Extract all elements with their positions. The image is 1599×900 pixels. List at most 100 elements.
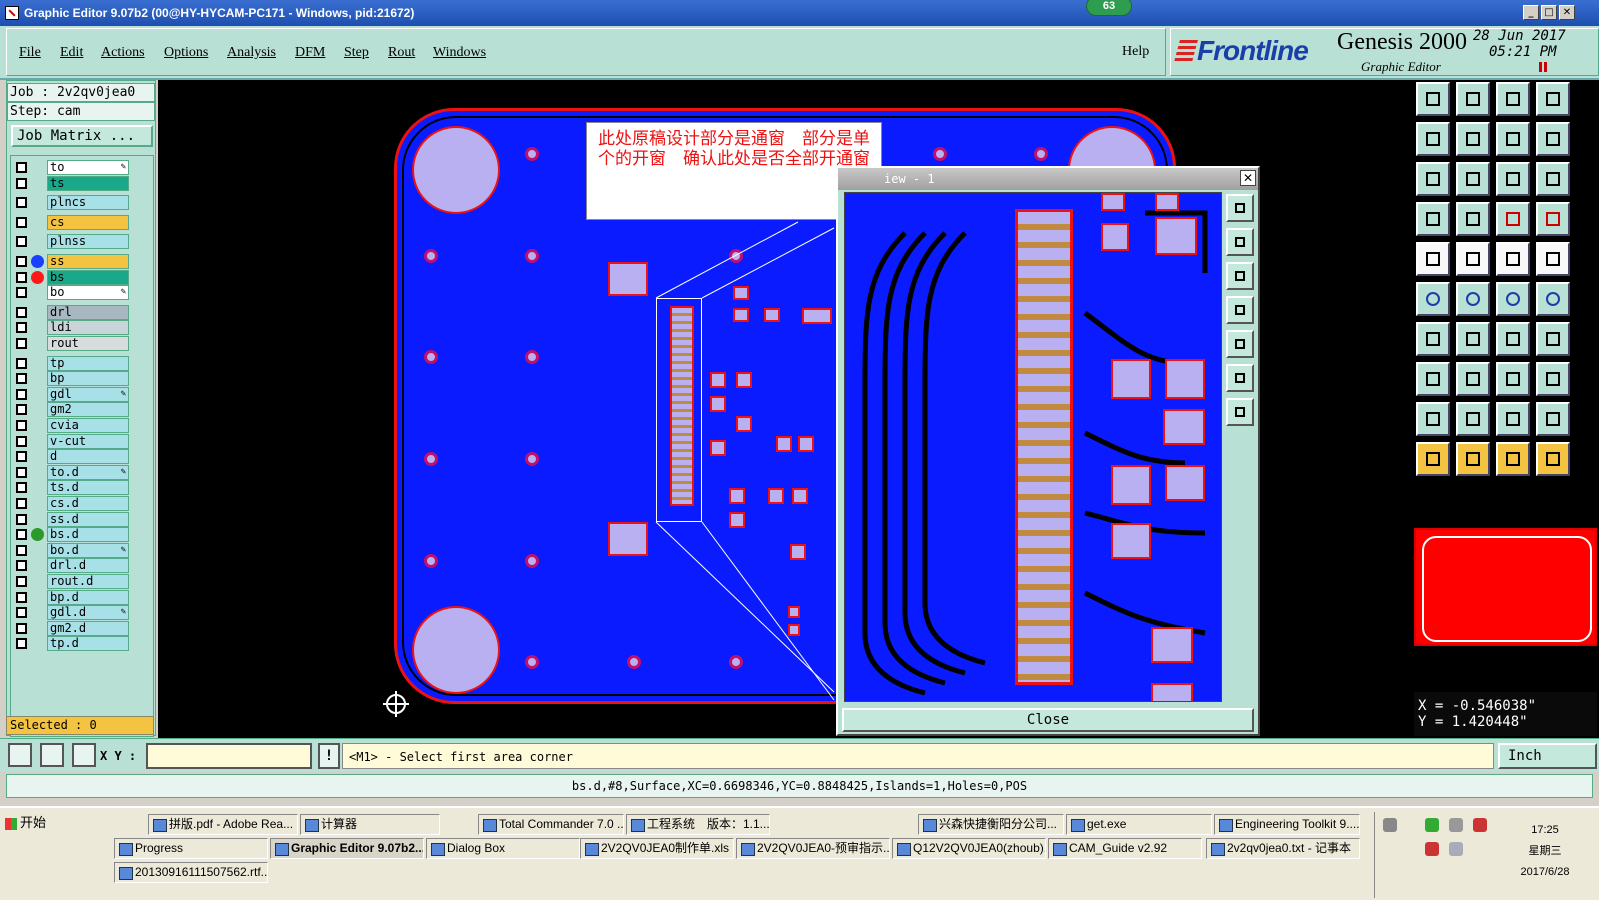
feature-select-icon[interactable] (1416, 242, 1450, 276)
start-button[interactable]: 开始 (2, 814, 62, 836)
layer-red-icon[interactable] (1496, 202, 1530, 236)
layer-checkbox[interactable] (16, 544, 27, 556)
swap-icon[interactable] (1496, 122, 1530, 156)
layer-checkbox[interactable] (16, 591, 27, 603)
zoom-close-icon[interactable]: ✕ (1240, 170, 1256, 186)
layer-checkbox[interactable] (16, 306, 27, 318)
minus-icon[interactable] (1456, 362, 1490, 396)
layer-row[interactable]: bp.d (11, 589, 151, 605)
layer-row[interactable]: bo ✎ (11, 285, 151, 301)
layer-name[interactable]: gm2.d (47, 620, 129, 636)
layer-row[interactable]: cvia (11, 418, 151, 433)
select-arrow-icon[interactable] (1416, 442, 1450, 476)
layer-name[interactable]: cs (47, 214, 129, 230)
layer-row[interactable]: cs (11, 214, 151, 230)
zoom-tool-right[interactable] (1226, 330, 1254, 358)
units-selector[interactable]: Inch (1498, 743, 1597, 769)
layer-row[interactable]: tp (11, 355, 151, 371)
layer-name[interactable]: to.d ✎ (47, 464, 129, 480)
layer-row[interactable]: ts.d (11, 480, 151, 496)
notification-badge[interactable]: 63 (1086, 0, 1132, 16)
rotate-icon[interactable] (1496, 322, 1530, 356)
layer-row[interactable]: v-cut (11, 433, 151, 449)
pan-left-icon[interactable] (1416, 122, 1450, 156)
layer-row[interactable]: tp.d (11, 636, 151, 652)
layer-row[interactable]: bp (11, 371, 151, 387)
text-icon[interactable] (1416, 402, 1450, 436)
zoom-tool-left[interactable] (1226, 296, 1254, 324)
menu-analysis[interactable]: Analysis (227, 45, 276, 61)
layer-name[interactable]: ss.d (47, 511, 129, 527)
measure-ruler-icon[interactable] (1496, 242, 1530, 276)
layer-name[interactable]: bo.d ✎ (47, 542, 129, 558)
layer-name[interactable]: gdl.d ✎ (47, 605, 129, 621)
layer-name[interactable]: tp (47, 355, 129, 371)
taskbar-button[interactable]: CAM_Guide v2.92 (1048, 838, 1202, 859)
layer-name[interactable]: bs (47, 269, 129, 285)
taskbar-button[interactable]: Q12V2QV0JEA0(zhoub)... (892, 838, 1046, 859)
line-add-2-icon[interactable] (1536, 282, 1570, 316)
layer-name[interactable]: drl (47, 304, 129, 320)
layer-checkbox[interactable] (16, 322, 27, 334)
execute-button[interactable]: ! (318, 743, 340, 769)
layer-name[interactable]: bs.d (47, 527, 129, 543)
pan-right-icon[interactable] (1456, 122, 1490, 156)
layer-name[interactable]: v-cut (47, 433, 129, 449)
zoom-view[interactable] (844, 192, 1222, 702)
layer-name[interactable]: ss (47, 254, 129, 269)
move-icon[interactable] (1496, 362, 1530, 396)
zoom-move-icon[interactable] (1456, 162, 1490, 196)
layer-checkbox[interactable] (16, 482, 27, 494)
layer-checkbox[interactable] (16, 451, 27, 463)
layer-checkbox[interactable] (16, 216, 27, 228)
layer-row[interactable]: bs (11, 269, 151, 285)
menu-file[interactable]: File (19, 45, 41, 61)
layer-red-2-icon[interactable] (1536, 202, 1570, 236)
taskbar-button[interactable]: 拼版.pdf - Adobe Rea... (148, 814, 298, 835)
xy-input[interactable] (146, 743, 312, 769)
home-icon[interactable] (1496, 82, 1530, 116)
zoom-tool-fit[interactable] (1226, 194, 1254, 222)
text-3-icon[interactable] (1496, 402, 1530, 436)
layer-name[interactable]: cs.d (47, 496, 129, 511)
select-arrow-3-icon[interactable] (1496, 442, 1530, 476)
align-icon[interactable] (1536, 322, 1570, 356)
layer-name[interactable]: d (47, 449, 129, 465)
taskbar-button[interactable]: 2v2qv0jea0.txt - 记事本 (1206, 838, 1360, 859)
layer-name[interactable]: drl.d (47, 558, 129, 574)
taskbar-button[interactable]: Total Commander 7.0 ... (478, 814, 624, 835)
layer-row[interactable]: to.d ✎ (11, 464, 151, 480)
layer-name[interactable]: plnss (47, 234, 129, 250)
zoom-tool-out[interactable] (1226, 398, 1254, 426)
line-add-icon[interactable] (1496, 282, 1530, 316)
menu-windows[interactable]: Windows (433, 45, 486, 61)
layer-checkbox[interactable] (16, 256, 27, 267)
layer-checkbox[interactable] (16, 404, 27, 416)
layer-row[interactable]: ldi (11, 320, 151, 336)
layer-checkbox[interactable] (16, 466, 27, 478)
draw-arrow-icon[interactable] (1456, 242, 1490, 276)
layer-row[interactable]: gdl ✎ (11, 386, 151, 402)
grid-icon[interactable] (1456, 202, 1490, 236)
select-multi-icon[interactable] (1536, 442, 1570, 476)
layer-row[interactable]: plnss (11, 234, 151, 250)
job-matrix-button[interactable]: Job Matrix ... (11, 125, 153, 147)
layer-row[interactable]: drl.d (11, 558, 151, 574)
zoom-fit-icon[interactable] (1416, 162, 1450, 196)
menu-options[interactable]: Options (164, 45, 208, 61)
layer-row[interactable]: gm2 (11, 402, 151, 418)
layer-checkbox[interactable] (16, 529, 27, 541)
taskbar-button[interactable]: Engineering Toolkit 9.... (1214, 814, 1360, 835)
layer-checkbox[interactable] (16, 607, 27, 619)
line-edit-2-icon[interactable] (1456, 322, 1490, 356)
help-icon[interactable] (1536, 162, 1570, 196)
layer-name[interactable]: ts (47, 175, 129, 191)
layer-checkbox[interactable] (16, 357, 27, 369)
taskbar-button[interactable]: 2V2QV0JEA0制作单.xls ... (580, 838, 734, 859)
layer-checkbox[interactable] (16, 513, 27, 525)
layer-checkbox[interactable] (16, 560, 27, 572)
save-icon[interactable] (1456, 82, 1490, 116)
layer-row[interactable]: rout (11, 336, 151, 351)
line-edit-icon[interactable] (1416, 322, 1450, 356)
layer-checkbox[interactable] (16, 287, 27, 299)
